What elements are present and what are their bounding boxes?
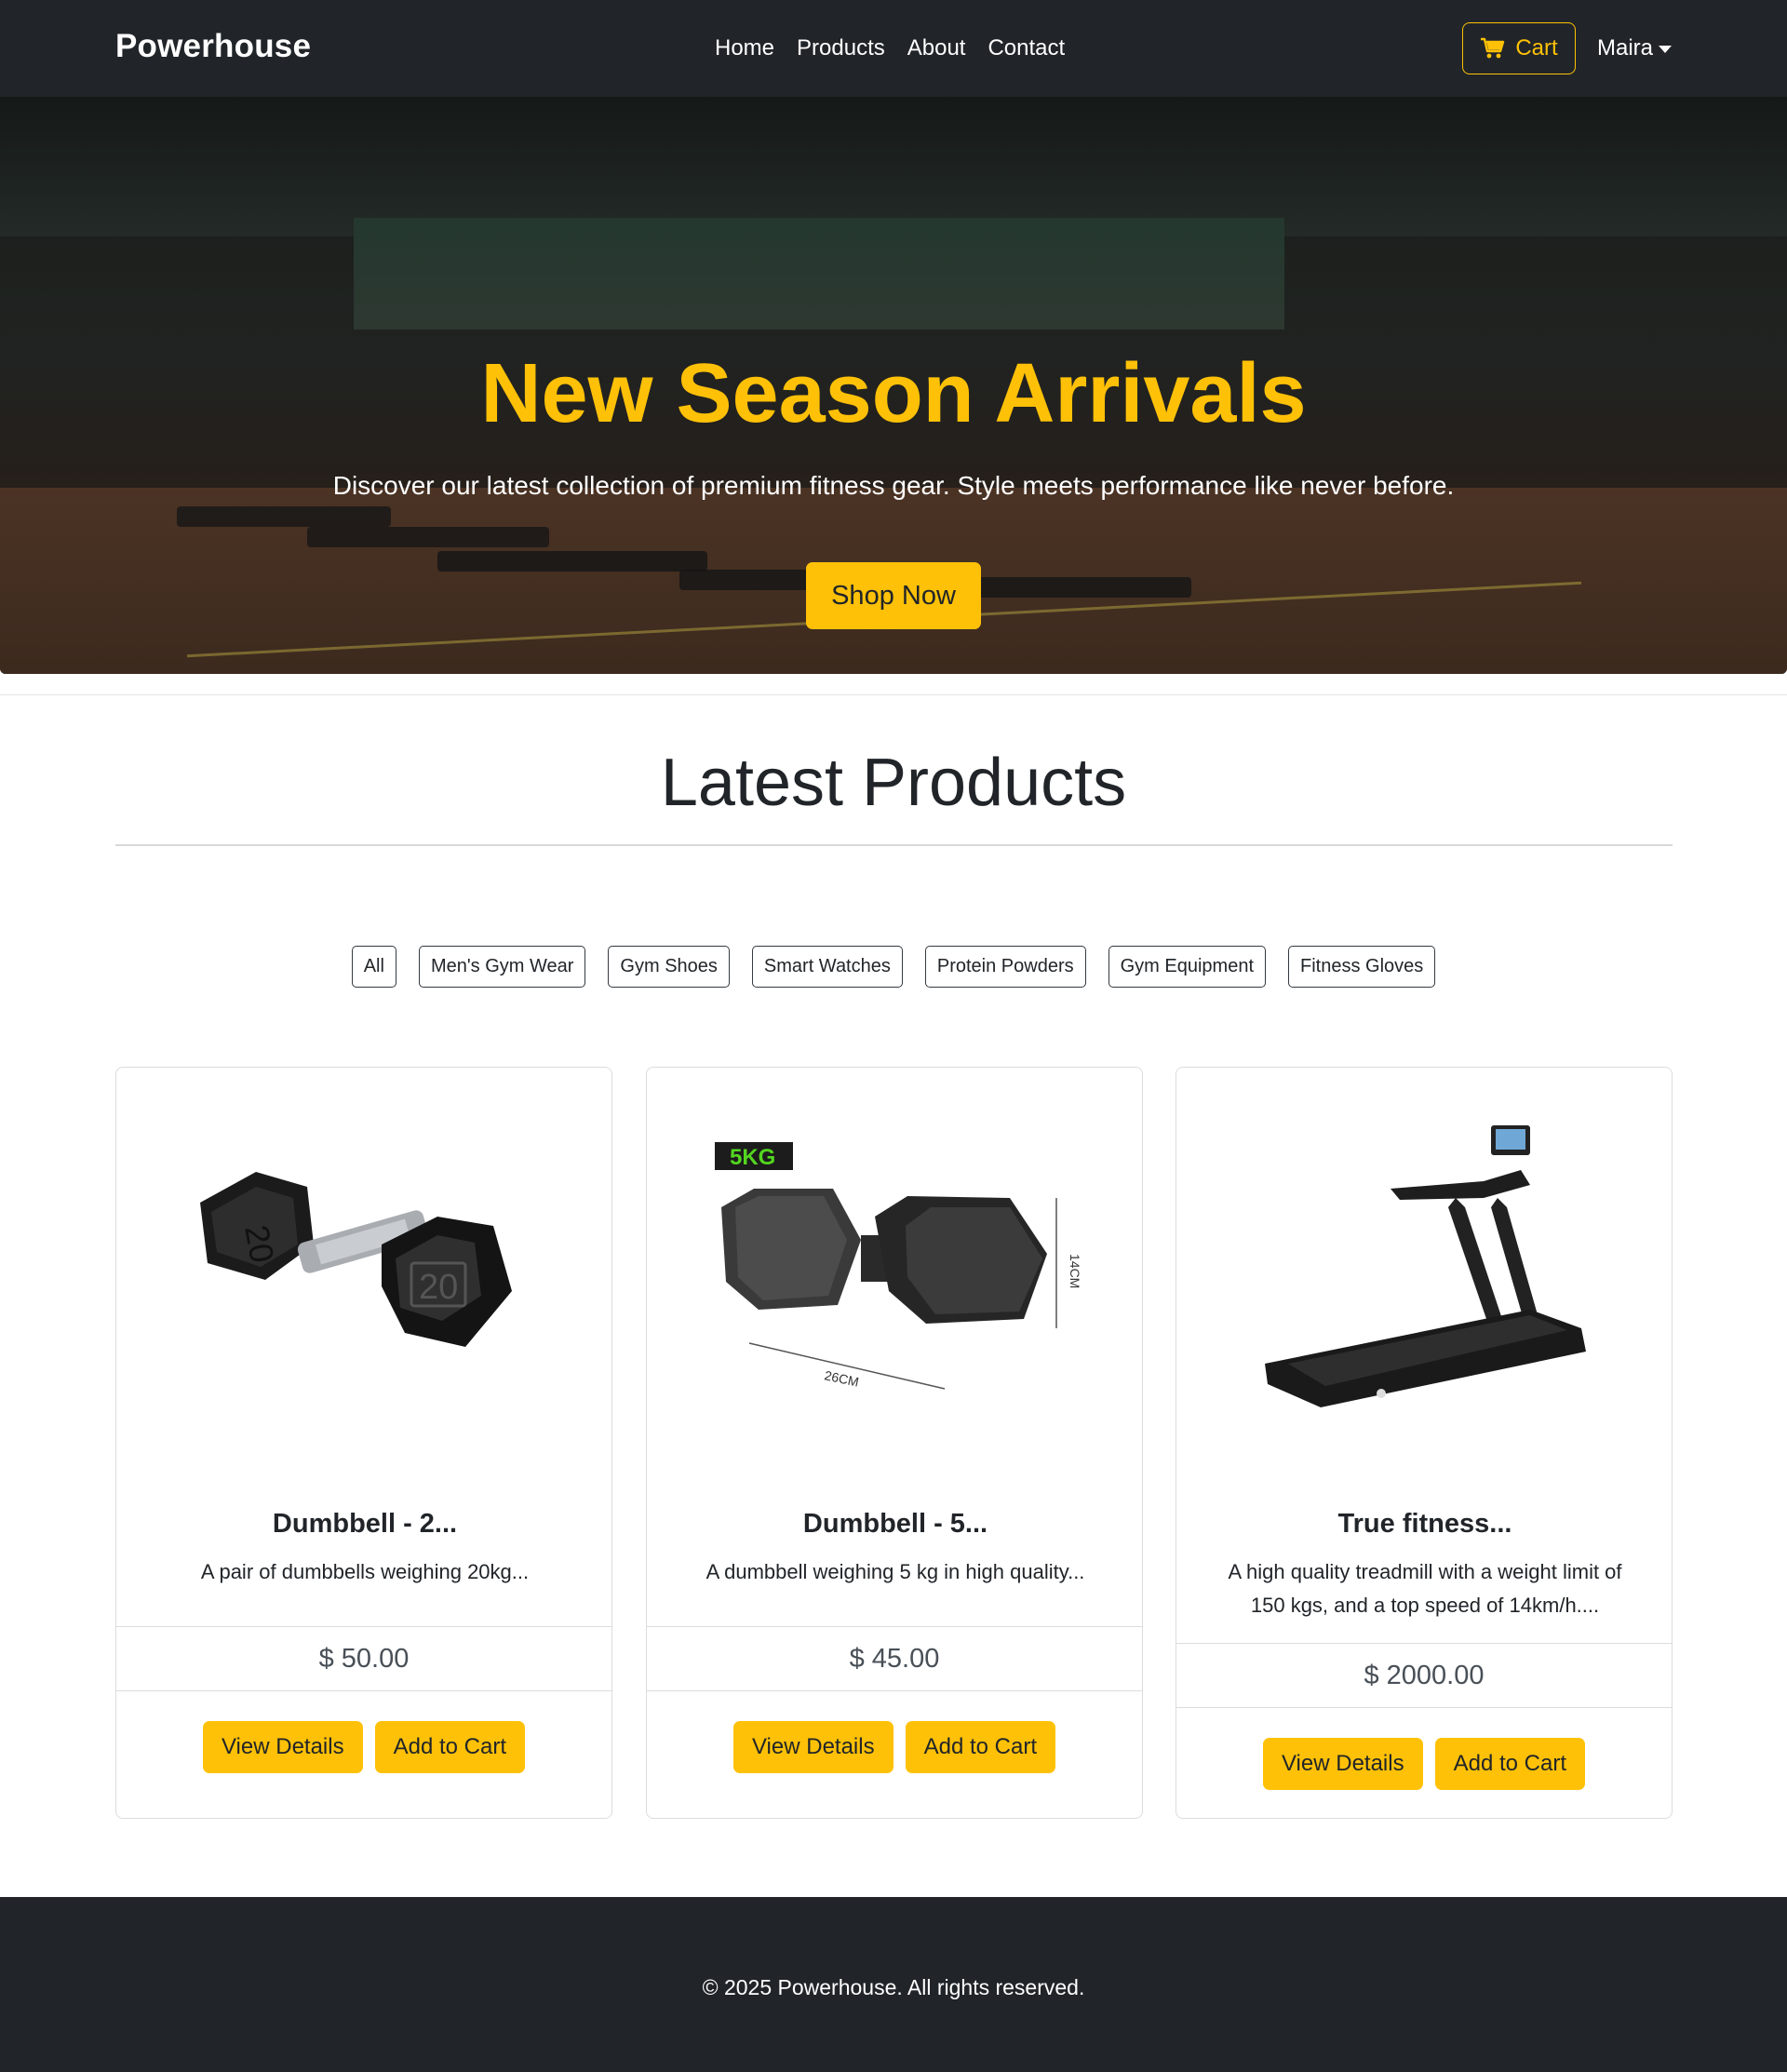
cart-label: Cart <box>1515 35 1558 61</box>
image-dim-height: 14CM <box>1068 1254 1082 1288</box>
nav-link-contact[interactable]: Contact <box>988 35 1065 61</box>
product-description: A dumbbell weighing 5 kg in high quality… <box>705 1560 1085 1583</box>
filter-gym-shoes[interactable]: Gym Shoes <box>608 946 730 988</box>
treadmill-image[interactable] <box>1176 1068 1673 1477</box>
filter-smart-watches[interactable]: Smart Watches <box>751 946 903 988</box>
product-actions: View Details Add to Cart <box>647 1721 1142 1773</box>
filter-fitness-gloves[interactable]: Fitness Gloves <box>1288 946 1436 988</box>
product-title: Dumbbell - 2... <box>272 1509 458 1539</box>
shop-now-button[interactable]: Shop Now <box>806 562 981 629</box>
hero-treadmill-graphic <box>177 506 391 527</box>
hero-treadmill-graphic <box>437 551 707 572</box>
hero-background-wall <box>354 218 1284 330</box>
product-price: $ 50.00 <box>116 1626 611 1691</box>
add-to-cart-button[interactable]: Add to Cart <box>1434 1738 1586 1790</box>
view-details-button[interactable]: View Details <box>732 1721 894 1773</box>
product-title: Dumbbell - 5... <box>802 1509 988 1539</box>
hero-title: New Season Arrivals <box>480 347 1307 440</box>
nav-link-about[interactable]: About <box>907 35 966 61</box>
svg-text:20: 20 <box>237 1222 281 1266</box>
nav-links: Home Products About Contact <box>715 35 1065 61</box>
title-divider <box>115 844 1673 846</box>
user-menu-dropdown[interactable]: Maira <box>1597 35 1673 61</box>
section-title: Latest Products <box>660 746 1127 820</box>
section-divider <box>0 694 1787 695</box>
nav-link-products[interactable]: Products <box>797 35 885 61</box>
image-badge: 5KG <box>730 1145 775 1170</box>
add-to-cart-button[interactable]: Add to Cart <box>905 1721 1056 1773</box>
product-actions: View Details Add to Cart <box>116 1721 611 1773</box>
image-dim-width: 26CM <box>823 1367 860 1389</box>
product-card: 5KG 14CM 26CM Dumbbell - 5... A dumbbell… <box>646 1067 1143 1819</box>
add-to-cart-button[interactable]: Add to Cart <box>374 1721 526 1773</box>
cart-icon <box>1481 37 1505 59</box>
cart-button[interactable]: Cart <box>1462 22 1576 74</box>
dumbbell-5kg-image[interactable]: 5KG 14CM 26CM <box>647 1068 1144 1477</box>
product-actions: View Details Add to Cart <box>1176 1738 1672 1790</box>
hero-banner: New Season Arrivals Discover our latest … <box>0 97 1787 674</box>
category-filters: All Men's Gym Wear Gym Shoes Smart Watch… <box>0 946 1787 988</box>
product-card: 20 20 Dumbbell - 2... A pair of dumbbell… <box>115 1067 612 1819</box>
product-description: A high quality treadmill with a weight l… <box>1228 1560 1622 1617</box>
brand-logo[interactable]: Powerhouse <box>115 28 311 65</box>
view-details-button[interactable]: View Details <box>1262 1738 1423 1790</box>
dumbbell-20kg-image[interactable]: 20 20 <box>116 1068 613 1477</box>
product-title: True fitness... <box>1337 1509 1512 1539</box>
product-price: $ 45.00 <box>647 1626 1142 1691</box>
nav-link-home[interactable]: Home <box>715 35 774 61</box>
caret-down-icon <box>1659 46 1673 53</box>
filter-gym-equipment[interactable]: Gym Equipment <box>1108 946 1267 988</box>
footer: © 2025 Powerhouse. All rights reserved. <box>0 1897 1787 2072</box>
hero-subtitle: Discover our latest collection of premiu… <box>332 471 1455 500</box>
hero-treadmill-graphic <box>307 527 549 547</box>
product-description: A pair of dumbbells weighing 20kg... <box>200 1560 530 1583</box>
svg-text:20: 20 <box>419 1268 458 1307</box>
product-card: True fitness... A high quality treadmill… <box>1176 1067 1673 1819</box>
filter-mens-gym-wear[interactable]: Men's Gym Wear <box>418 946 586 988</box>
product-price: $ 2000.00 <box>1176 1643 1672 1708</box>
view-details-button[interactable]: View Details <box>202 1721 363 1773</box>
user-name: Maira <box>1597 35 1654 61</box>
filter-all[interactable]: All <box>351 946 396 988</box>
hero-background-ceiling <box>0 97 1787 236</box>
filter-protein-powders[interactable]: Protein Powders <box>924 946 1086 988</box>
footer-copyright: © 2025 Powerhouse. All rights reserved. <box>702 1975 1085 1999</box>
navbar: Powerhouse Home Products About Contact C… <box>0 0 1787 97</box>
